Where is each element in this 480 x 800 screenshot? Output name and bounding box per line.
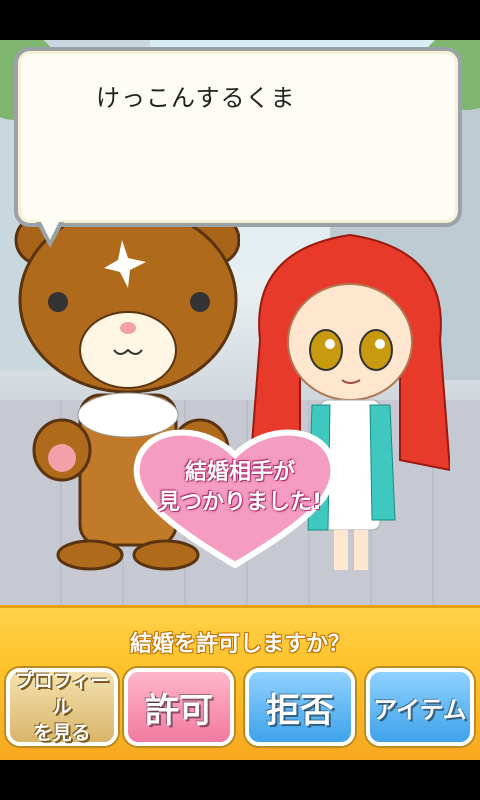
speech-bubble-tail-inner <box>40 220 60 240</box>
nav-bar <box>0 760 480 800</box>
speech-bubble <box>14 47 462 227</box>
reject-button[interactable]: 拒否 <box>245 668 355 746</box>
match-found-line1: 結婚相手が <box>184 460 295 485</box>
match-found-message: 結婚相手が 見つかりました! <box>140 458 340 518</box>
view-profile-label-line2: を見る <box>33 722 91 744</box>
match-found-line2: 見つかりました! <box>157 490 323 515</box>
item-button[interactable]: アイテム <box>366 668 474 746</box>
marriage-question: 結婚を許可しますか？ <box>129 632 350 657</box>
item-label: アイテム <box>373 695 467 724</box>
dialogue-text: けっこんするくま <box>96 84 296 112</box>
view-profile-button[interactable]: プロフィール を見る <box>6 668 118 746</box>
status-bar <box>0 0 480 40</box>
view-profile-label-line1: プロフィール <box>14 670 110 718</box>
permit-button[interactable]: 許可 <box>124 668 234 746</box>
permit-label: 許可 <box>145 690 213 731</box>
reject-label: 拒否 <box>266 690 334 731</box>
view-profile-label: プロフィール を見る <box>10 668 114 746</box>
